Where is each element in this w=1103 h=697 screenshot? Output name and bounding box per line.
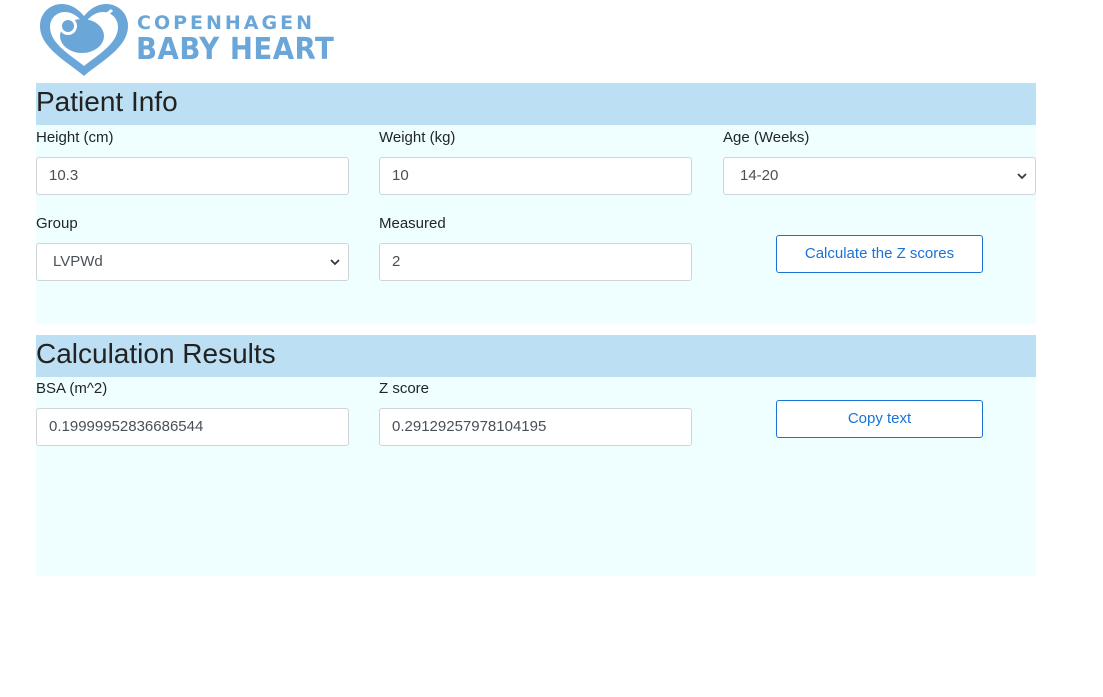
results-header: Calculation Results	[36, 335, 1036, 377]
patient-info-panel: Height (cm) 10.3 Weight (kg) 10 Age (Wee…	[36, 125, 1036, 324]
copy-text-button[interactable]: Copy text	[776, 400, 983, 438]
age-select[interactable]: 14-20	[723, 157, 1036, 195]
chevron-down-icon	[1017, 173, 1027, 180]
patient-info-header: Patient Info	[36, 83, 1036, 125]
weight-label: Weight (kg)	[379, 129, 456, 146]
zscore-output[interactable]: 0.29129257978104195	[379, 408, 692, 446]
height-label: Height (cm)	[36, 129, 114, 146]
bsa-label: BSA (m^2)	[36, 380, 108, 397]
height-input[interactable]: 10.3	[36, 157, 349, 195]
logo-text-baby-heart: BABY HEART	[136, 32, 335, 67]
group-select[interactable]: LVPWd	[36, 243, 349, 281]
group-label: Group	[36, 215, 78, 232]
weight-input[interactable]: 10	[379, 157, 692, 195]
results-panel: BSA (m^2) 0.19999952836686544 Z score 0.…	[36, 377, 1036, 576]
logo-text-copenhagen: COPENHAGEN	[137, 12, 315, 34]
measured-label: Measured	[379, 215, 446, 232]
patient-info-title: Patient Info	[36, 86, 178, 117]
age-label: Age (Weeks)	[723, 129, 810, 146]
bsa-output[interactable]: 0.19999952836686544	[36, 408, 349, 446]
chevron-down-icon	[330, 259, 340, 266]
results-title: Calculation Results	[36, 338, 276, 369]
heart-baby-icon	[40, 4, 128, 76]
zscore-label: Z score	[379, 380, 430, 397]
age-select-value: 14-20	[740, 167, 779, 184]
calculate-z-scores-button[interactable]: Calculate the Z scores	[776, 235, 983, 273]
measured-input[interactable]: 2	[379, 243, 692, 281]
brand-logo: COPENHAGEN BABY HEART	[38, 2, 338, 78]
group-select-value: LVPWd	[53, 253, 103, 270]
